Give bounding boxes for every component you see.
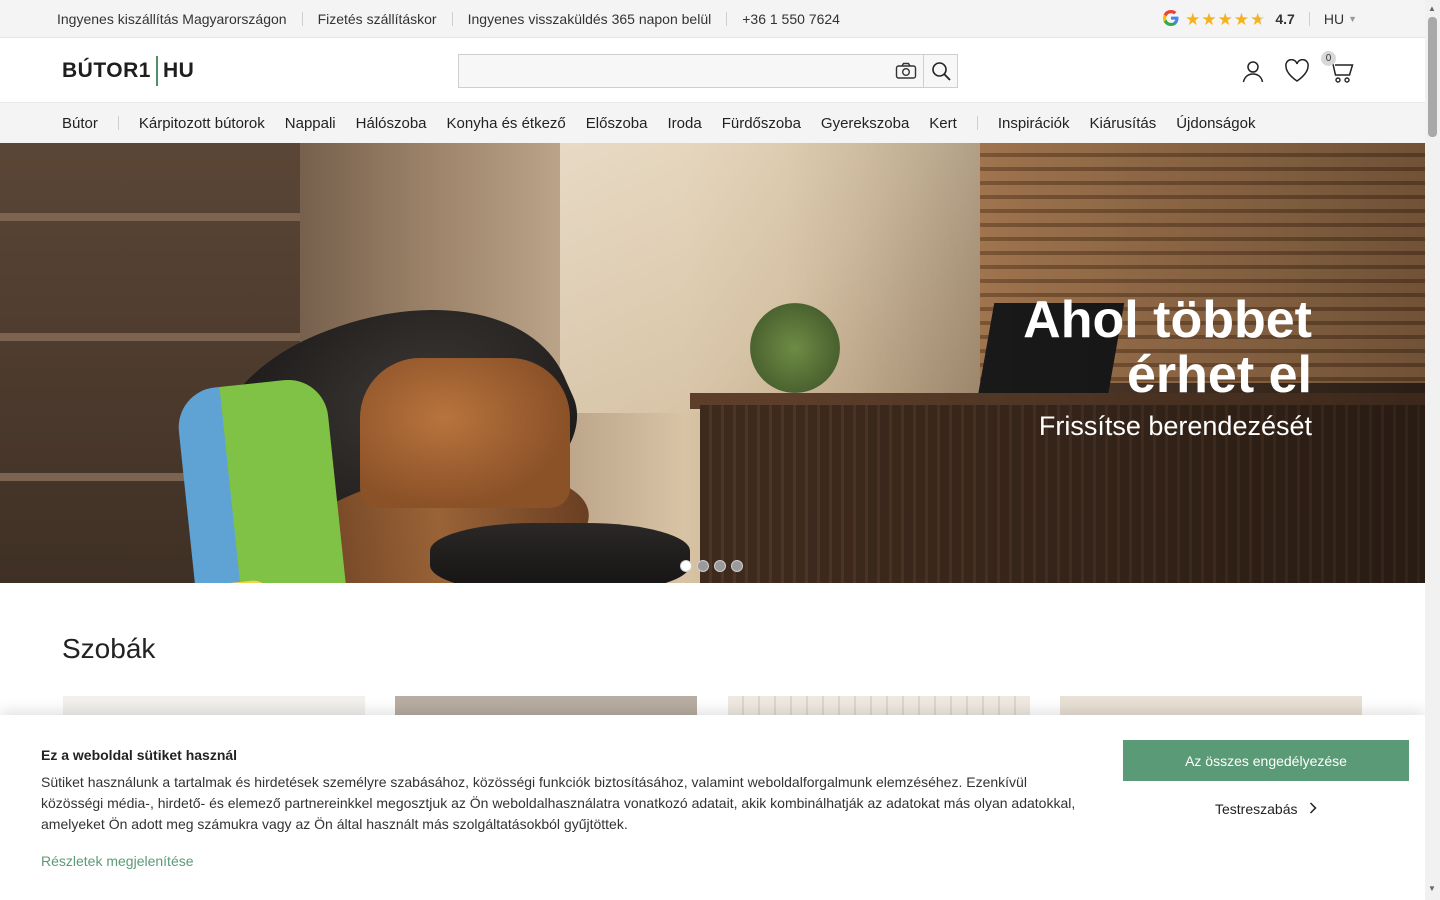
top-info-bar: Ingyenes kiszállítás Magyarországon Fize… <box>0 0 1425 38</box>
camera-icon[interactable] <box>889 55 923 87</box>
star-half-icon: ★ <box>1250 9 1266 29</box>
cookie-banner: Ez a weboldal sütiket használ Sütiket ha… <box>0 715 1425 900</box>
info-list: Ingyenes kiszállítás Magyarországon Fize… <box>0 10 855 27</box>
search-box <box>458 54 958 88</box>
scroll-up-icon[interactable]: ▲ <box>1428 4 1436 13</box>
nav-item-kiarusitas[interactable]: Kiárusítás <box>1090 115 1157 132</box>
rating-value: 4.7 <box>1275 11 1295 27</box>
topbar-right: ★ ★ ★ ★ ★ 4.7 HU ▼ <box>1163 0 1357 38</box>
nav-item-konyha[interactable]: Konyha és étkező <box>447 115 566 132</box>
hero-subtitle: Frissítse berendezését <box>1038 411 1312 441</box>
nav-item-eloszoba[interactable]: Előszoba <box>586 115 648 132</box>
carousel-dot[interactable] <box>680 560 692 572</box>
section-title-rooms: Szobák <box>62 633 156 664</box>
nav-divider <box>976 116 978 130</box>
customize-label: Testreszabás <box>1215 801 1298 817</box>
carousel-dot[interactable] <box>731 560 743 572</box>
search-input[interactable] <box>459 55 889 87</box>
logo-text-right: HU <box>162 59 195 82</box>
nav-item-inspiraciok[interactable]: Inspirációk <box>998 115 1070 132</box>
cart-count-badge: 0 <box>1321 51 1336 66</box>
user-icon[interactable] <box>1239 57 1267 85</box>
logo[interactable]: BÚTOR1 HU <box>62 56 194 86</box>
info-phone[interactable]: +36 1 550 7624 <box>726 11 855 26</box>
nav-divider <box>117 116 119 130</box>
nav-item-iroda[interactable]: Iroda <box>668 115 702 132</box>
header-actions: 0 <box>1223 51 1355 85</box>
star-icon: ★ <box>1185 9 1201 29</box>
nav-item-gyerekszoba[interactable]: Gyerekszoba <box>821 115 909 132</box>
hero-banner[interactable]: Ahol többet érhet el Frissítse berendezé… <box>0 143 1425 583</box>
chevron-down-icon: ▼ <box>1348 14 1357 24</box>
google-icon <box>1163 9 1179 29</box>
carousel-dot[interactable] <box>697 560 709 572</box>
cart-icon[interactable]: 0 <box>1321 51 1355 85</box>
search-icon[interactable] <box>923 55 957 87</box>
scroll-down-icon[interactable]: ▼ <box>1428 884 1436 893</box>
scrollbar-thumb[interactable] <box>1428 17 1437 137</box>
logo-text-left: BÚTOR1 <box>62 59 151 82</box>
nav-item-butor[interactable]: Bútor <box>62 115 98 132</box>
carousel-dots <box>680 560 748 572</box>
star-icon: ★ <box>1201 9 1217 29</box>
nav-item-nappali[interactable]: Nappali <box>285 115 336 132</box>
nav-item-kert[interactable]: Kert <box>929 115 957 132</box>
customize-button[interactable]: Testreszabás <box>1215 801 1318 817</box>
rating-stars: ★ ★ ★ ★ ★ <box>1185 11 1266 28</box>
accept-all-button[interactable]: Az összes engedélyezése <box>1123 740 1409 781</box>
divider <box>1308 12 1310 26</box>
hero-text: Ahol többet érhet el Frissítse berendezé… <box>982 293 1312 442</box>
main-nav: Bútor Kárpitozott bútorok Nappali Hálósz… <box>0 103 1425 143</box>
logo-divider <box>155 56 158 86</box>
language-label: HU <box>1323 11 1345 27</box>
language-selector[interactable]: HU ▼ <box>1324 11 1357 27</box>
page-scrollbar[interactable]: ▲ ▼ <box>1425 0 1440 900</box>
star-icon: ★ <box>1217 9 1233 29</box>
header: BÚTOR1 HU 0 <box>0 39 1425 103</box>
info-cash-on-delivery: Fizetés szállításkor <box>301 11 452 26</box>
nav-item-furdoszoba[interactable]: Fürdőszoba <box>722 115 801 132</box>
info-free-shipping: Ingyenes kiszállítás Magyarországon <box>57 10 287 27</box>
star-icon: ★ <box>1233 9 1250 29</box>
cookie-title: Ez a weboldal sütiket használ <box>41 747 238 763</box>
hero-title: Ahol többet érhet el <box>1023 291 1312 404</box>
chevron-right-icon <box>1309 801 1318 817</box>
heart-icon[interactable] <box>1283 57 1311 85</box>
cookie-details-link[interactable]: Részletek megjelenítése <box>41 853 194 869</box>
nav-item-karpitozott[interactable]: Kárpitozott bútorok <box>139 115 265 132</box>
nav-item-ujdonsagok[interactable]: Újdonságok <box>1176 115 1255 132</box>
info-free-returns: Ingyenes visszaküldés 365 napon belül <box>451 11 727 26</box>
cookie-text: Sütiket használunk a tartalmak és hirdet… <box>41 774 1076 832</box>
page: Ingyenes kiszállítás Magyarországon Fize… <box>0 0 1440 900</box>
carousel-dot[interactable] <box>714 560 726 572</box>
nav-item-haloszoba[interactable]: Hálószoba <box>356 115 427 132</box>
